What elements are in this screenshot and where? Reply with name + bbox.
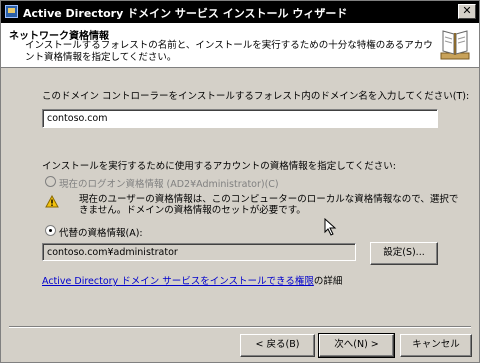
warning-text: 現在のユーザーの資格情報は、このコンピューターのローカルな資格情報なので、選択で… <box>79 194 459 216</box>
footer-divider <box>9 326 471 328</box>
permissions-link-suffix: の詳細 <box>313 276 343 287</box>
permissions-link-row: Active Directory ドメイン サービスをインストールできる権限の詳… <box>42 273 342 287</box>
wizard-header: ネットワーク資格情報 インストールするフォレストの名前と、インストールを実行する… <box>1 23 479 68</box>
title-bar[interactable]: Active Directory ドメイン サービス インストール ウィザード … <box>1 1 479 23</box>
alternate-credentials-field[interactable]: contoso.com¥administrator <box>42 243 356 261</box>
window-title: Active Directory ドメイン サービス インストール ウィザード <box>23 7 348 20</box>
wizard-window: Active Directory ドメイン サービス インストール ウィザード … <box>0 0 480 363</box>
set-credentials-button[interactable]: 設定(S)... <box>370 242 438 265</box>
book-icon <box>440 30 470 60</box>
back-button[interactable]: < 戻る(B) <box>240 334 315 357</box>
cancel-button[interactable]: キャンセル <box>400 334 472 357</box>
alternate-credentials-radio[interactable] <box>45 225 56 236</box>
page-description: インストールするフォレストの名前と、インストールを実行するための十分な特権のある… <box>25 40 433 63</box>
next-button[interactable]: 次へ(N) > <box>318 333 395 358</box>
warning-icon <box>45 195 59 208</box>
domain-input[interactable]: contoso.com <box>42 109 438 128</box>
mouse-cursor-icon <box>324 218 337 236</box>
permissions-link[interactable]: Active Directory ドメイン サービスをインストールできる権限 <box>42 276 314 287</box>
domain-label: このドメイン コントローラーをインストールするフォレスト内のドメイン名を入力して… <box>42 91 470 102</box>
close-button[interactable]: ✕ <box>458 4 476 19</box>
current-credentials-label: 現在のログオン資格情報 (AD2¥Administrator)(C) <box>59 179 279 190</box>
alternate-credentials-label: 代替の資格情報(A): <box>59 228 143 239</box>
credentials-label: インストールを実行するために使用するアカウントの資格情報を指定してください: <box>42 161 396 172</box>
app-icon <box>5 5 18 18</box>
current-credentials-radio[interactable] <box>45 176 56 187</box>
